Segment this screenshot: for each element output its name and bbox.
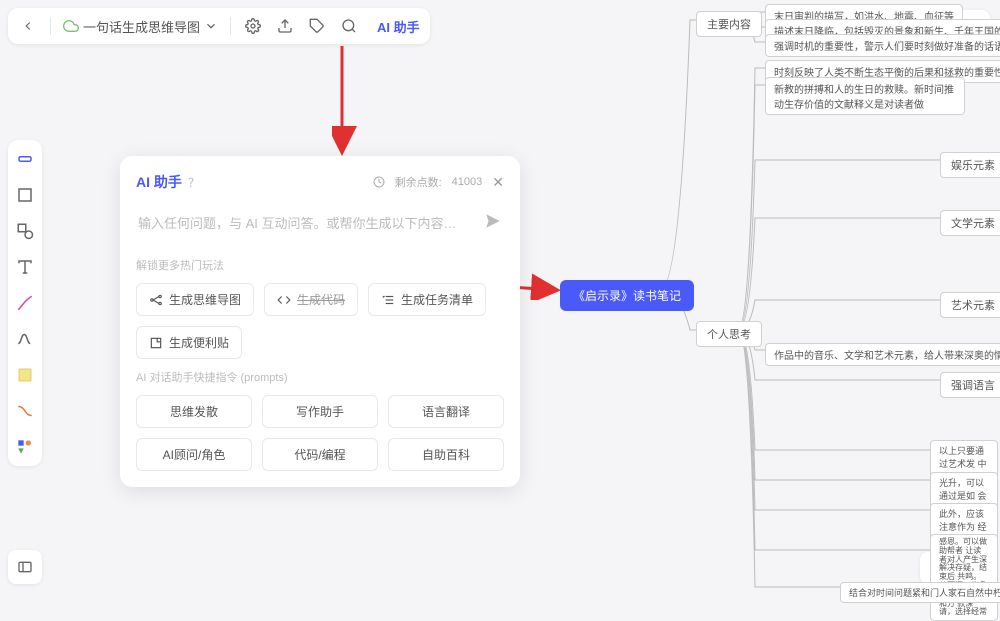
prompt-coding[interactable]: 代码/编程 — [262, 438, 378, 471]
chip-mindmap[interactable]: 生成思维导图 — [136, 283, 254, 316]
annotation-arrow-down — [332, 46, 362, 156]
title-text: 一句话生成思维导图 — [83, 17, 200, 36]
curve-tool[interactable] — [14, 328, 36, 350]
chip-label: 语言翻译 — [422, 403, 470, 420]
document-title[interactable]: 一句话生成思维导图 — [63, 17, 218, 36]
mindmap-root-node[interactable]: 《启示录》读书笔记 — [560, 280, 694, 311]
clock-icon — [373, 176, 385, 188]
chip-label: 写作助手 — [296, 403, 344, 420]
path-tool[interactable] — [14, 400, 36, 422]
mindmap-node[interactable]: 文学元素 — [940, 210, 1000, 236]
mindmap-node[interactable]: 个人思考 — [696, 321, 762, 347]
chip-label: 自助百科 — [422, 446, 470, 463]
chip-code[interactable]: 生成代码 — [264, 283, 358, 316]
remaining-count: 41003 — [452, 176, 483, 188]
remaining-label: 剩余点数: — [395, 174, 442, 190]
panel-icon — [17, 559, 33, 575]
chip-label: AI顾问/角色 — [163, 446, 226, 463]
prompt-roleplay[interactable]: AI顾问/角色 — [136, 438, 252, 471]
send-icon — [484, 212, 502, 230]
text-tool[interactable] — [14, 256, 36, 278]
prompt-diverge[interactable]: 思维发散 — [136, 395, 252, 428]
send-button[interactable] — [484, 212, 502, 235]
chip-sticky[interactable]: 生成便利贴 — [136, 326, 242, 359]
close-button[interactable]: ✕ — [492, 174, 504, 191]
chip-label: 生成思维导图 — [169, 291, 241, 308]
prompt-wiki[interactable]: 自助百科 — [388, 438, 504, 471]
chip-label: 代码/编程 — [294, 446, 345, 463]
help-icon[interactable]: ？ — [188, 174, 200, 191]
tag-icon — [309, 18, 325, 34]
mindmap-node[interactable]: 结合对时间问题紧和门人家石自然中朽 — [840, 582, 1000, 603]
section-label: AI 对话助手快捷指令 (prompts) — [136, 369, 504, 385]
ai-prompt-input[interactable] — [138, 216, 476, 231]
mindmap-icon — [149, 293, 163, 307]
panel-title: AI 助手 — [136, 172, 182, 192]
more-shapes-tool[interactable] — [14, 436, 36, 458]
mindmap-node[interactable]: 强调语言 — [940, 372, 1000, 398]
divider — [50, 17, 51, 35]
gear-icon — [245, 18, 261, 34]
mindmap-node[interactable]: 感恩。可以做助帮者 让读者对人产生深 解决存疑，结束后 共鸣。从而还一步角 得经… — [930, 534, 998, 621]
mindmap-node[interactable]: 强调时机的重要性，警示人们要时刻做好准备的话语 — [765, 34, 1000, 57]
ai-assistant-panel: AI 助手 ？ 剩余点数: 41003 ✕ 解锁更多热门玩法 生成思维导图 生成… — [120, 156, 520, 487]
chevron-down-icon — [204, 19, 218, 33]
shape-tool[interactable] — [14, 220, 36, 242]
mindmap-node[interactable]: 新教的拼搏和人的生日的救赎。新时间推动生存价值的文献释义是对读者做 — [765, 77, 965, 115]
left-tool-rail — [8, 140, 42, 466]
export-icon — [277, 18, 293, 34]
search-button[interactable] — [339, 16, 359, 36]
divider — [230, 17, 231, 35]
mindmap-node[interactable]: 作品中的音乐、文学和艺术元素，给人带来深奥的情感接触 — [765, 343, 1000, 366]
sticky-icon — [149, 336, 163, 350]
pen-tool[interactable] — [14, 292, 36, 314]
select-tool[interactable] — [14, 148, 36, 170]
prompt-writing[interactable]: 写作助手 — [262, 395, 378, 428]
collapse-panel-button[interactable] — [8, 550, 42, 584]
list-icon — [381, 293, 395, 307]
mindmap-node[interactable]: 艺术元素 — [940, 292, 1000, 318]
cloud-icon — [63, 18, 79, 34]
chip-label: 生成代码 — [297, 291, 345, 308]
search-icon — [341, 18, 357, 34]
prompt-translate[interactable]: 语言翻译 — [388, 395, 504, 428]
chip-tasklist[interactable]: 生成任务清单 — [368, 283, 486, 316]
tag-button[interactable] — [307, 16, 327, 36]
back-button[interactable] — [18, 16, 38, 36]
chip-label: 生成任务清单 — [401, 291, 473, 308]
mindmap-node[interactable]: 主要内容 — [696, 11, 762, 37]
chip-label: 生成便利贴 — [169, 334, 229, 351]
ai-assistant-label[interactable]: AI 助手 — [377, 17, 420, 36]
section-label: 解锁更多热门玩法 — [136, 257, 504, 273]
code-icon — [277, 293, 291, 307]
mindmap-canvas[interactable]: 《启示录》读书笔记 主要内容 个人思考 末日审判的描写，如洪水、地震、血征等 描… — [550, 0, 1000, 594]
export-button[interactable] — [275, 16, 295, 36]
top-toolbar: 一句话生成思维导图 AI 助手 — [8, 8, 430, 44]
sticky-tool[interactable] — [14, 364, 36, 386]
mindmap-node[interactable]: 娱乐元素 — [940, 152, 1000, 178]
frame-tool[interactable] — [14, 184, 36, 206]
settings-button[interactable] — [243, 16, 263, 36]
chip-label: 思维发散 — [170, 403, 218, 420]
